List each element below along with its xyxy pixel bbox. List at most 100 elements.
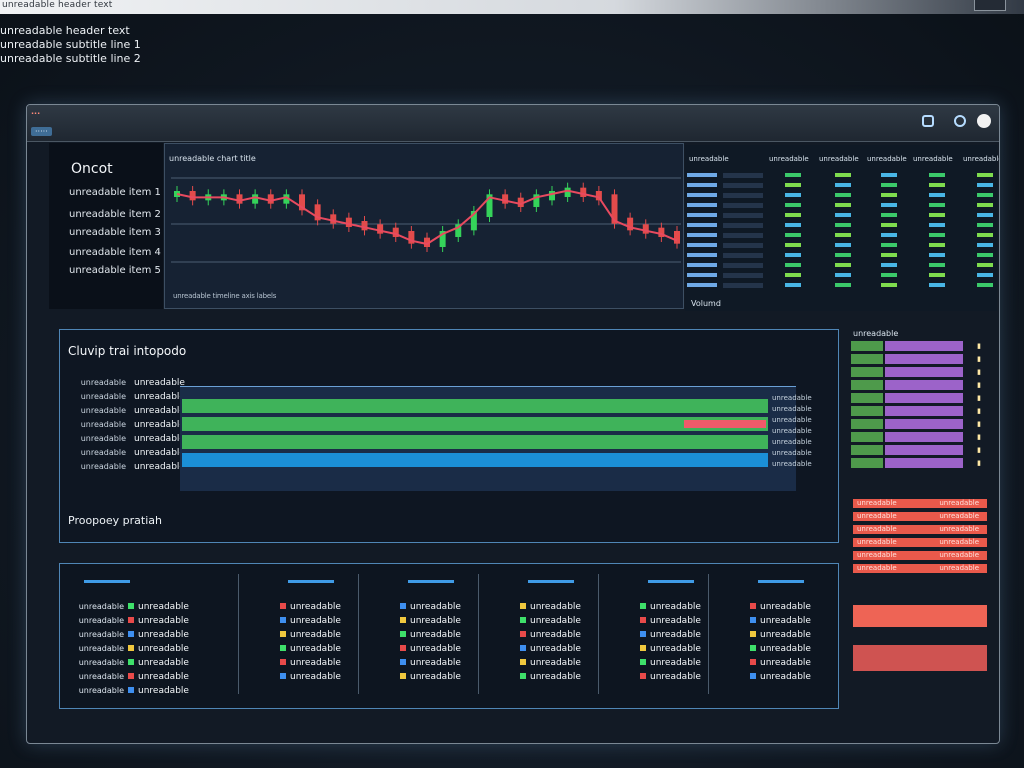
- summary-line: unreadable: [726, 664, 811, 682]
- ladder-row[interactable]: ▮: [851, 367, 987, 377]
- sell-row-label: unreadable: [857, 551, 897, 559]
- ladder-row[interactable]: ▮: [851, 393, 987, 403]
- watchlist-value: [881, 173, 897, 177]
- ladder-value: ▮: [977, 433, 981, 441]
- watchlist-value: [835, 203, 851, 207]
- watchlist-symbol[interactable]: [687, 243, 717, 247]
- window-titlebar: ··· ·····: [27, 105, 999, 142]
- watchlist-bar: [723, 283, 763, 288]
- price-chart-panel[interactable]: unreadable chart title unreadable timeli…: [164, 143, 684, 309]
- sell-row-value: unreadable: [939, 525, 979, 533]
- sidebar-item[interactable]: unreadable item 2: [69, 209, 161, 220]
- ladder-value: ▮: [977, 368, 981, 376]
- watchlist-symbol[interactable]: [687, 283, 717, 287]
- watchlist-symbol[interactable]: [687, 183, 717, 187]
- depth-right-label: unreadable: [772, 449, 812, 457]
- watchlist-value: [835, 183, 851, 187]
- watchlist-symbol[interactable]: [687, 223, 717, 227]
- candle: [674, 231, 680, 244]
- watchlist-symbol[interactable]: [687, 193, 717, 197]
- watchlist-value: [835, 283, 851, 287]
- watchlist-header: unreadable: [819, 155, 859, 163]
- ladder-row[interactable]: ▮: [851, 406, 987, 416]
- sell-row-value: unreadable: [939, 512, 979, 520]
- price-chart[interactable]: [171, 166, 681, 286]
- ladder-price-cell: [885, 406, 963, 416]
- watchlist-header: unreadable: [963, 155, 1000, 163]
- sell-row[interactable]: unreadable unreadable: [853, 564, 987, 573]
- ladder-bid-cell: [851, 354, 883, 364]
- column-divider: [358, 574, 359, 694]
- watchlist-value: [881, 223, 897, 227]
- watchlist-value: [785, 263, 801, 267]
- ladder-bid-cell: [851, 380, 883, 390]
- close-icon[interactable]: [977, 114, 991, 128]
- watchlist-value: [929, 213, 945, 217]
- sidebar-item[interactable]: unreadable item 4: [69, 247, 161, 258]
- ladder-row[interactable]: ▮: [851, 432, 987, 442]
- trend-arrow-icon: [640, 673, 646, 679]
- summary-column-header: [528, 580, 574, 583]
- watchlist-symbol[interactable]: [687, 263, 717, 267]
- sidebar-item[interactable]: unreadable item 5: [69, 265, 161, 276]
- summary-line: unreadable: [376, 594, 461, 612]
- maximize-icon[interactable]: [954, 115, 966, 127]
- depth-right-label: unreadable: [772, 460, 812, 468]
- sidebar-item[interactable]: unreadable item 1: [69, 187, 161, 198]
- watchlist-symbol[interactable]: [687, 203, 717, 207]
- ladder-row[interactable]: ▮: [851, 354, 987, 364]
- ladder-value: ▮: [977, 381, 981, 389]
- summary-line: unreadable: [726, 608, 811, 626]
- ladder-row[interactable]: ▮: [851, 445, 987, 455]
- order-book-label: unreadable: [80, 392, 126, 401]
- ladder-value: ▮: [977, 407, 981, 415]
- ladder-row[interactable]: ▮: [851, 419, 987, 429]
- order-ladder: unreadable ▮ ▮ ▮ ▮ ▮ ▮ ▮ ▮ ▮ ▮: [849, 329, 989, 489]
- column-divider: [708, 574, 709, 694]
- watchlist-bar: [723, 193, 763, 198]
- app-tab[interactable]: ·····: [31, 127, 52, 136]
- os-menu-button[interactable]: [974, 0, 1006, 11]
- candle: [252, 194, 259, 204]
- sell-row-label: unreadable: [857, 525, 897, 533]
- summary-column-header: [288, 580, 334, 583]
- watchlist-value: [785, 193, 801, 197]
- watchlist-symbol[interactable]: [687, 233, 717, 237]
- watchlist-value: [835, 263, 851, 267]
- sell-row[interactable]: unreadable unreadable: [853, 512, 987, 521]
- sidebar-item[interactable]: unreadable item 3: [69, 227, 161, 238]
- watchlist-value: [785, 213, 801, 217]
- watchlist-symbol[interactable]: [687, 213, 717, 217]
- order-book-title: Cluvip trai intopodo: [68, 344, 187, 358]
- sell-row[interactable]: unreadable unreadable: [853, 538, 987, 547]
- watchlist-bar: [723, 253, 763, 258]
- sell-row[interactable]: unreadable unreadable: [853, 499, 987, 508]
- watchlist-symbol[interactable]: [687, 253, 717, 257]
- watchlist-symbol[interactable]: [687, 173, 717, 177]
- ladder-bid-cell: [851, 393, 883, 403]
- sidebar: Oncot unreadable item 1 unreadable item …: [49, 143, 163, 309]
- ladder-row[interactable]: ▮: [851, 341, 987, 351]
- summary-line: unreadable unreadable: [76, 678, 189, 696]
- watchlist-bar: [723, 223, 763, 228]
- ladder-price-cell: [885, 354, 963, 364]
- summary-column-header: [84, 580, 130, 583]
- summary-line: unreadable unreadable: [76, 594, 189, 612]
- sell-row-value: unreadable: [939, 499, 979, 507]
- depth-bars[interactable]: [180, 386, 796, 491]
- ladder-value: ▮: [977, 355, 981, 363]
- sell-row[interactable]: unreadable unreadable: [853, 551, 987, 560]
- ladder-row[interactable]: ▮: [851, 458, 987, 468]
- ladder-row[interactable]: ▮: [851, 380, 987, 390]
- watchlist-value: [977, 243, 993, 247]
- watchlist-bar: [723, 213, 763, 218]
- watchlist-symbol[interactable]: [687, 273, 717, 277]
- candle: [189, 191, 196, 201]
- depth-right-label: unreadable: [772, 394, 812, 402]
- minimize-icon[interactable]: [922, 115, 934, 127]
- chart-time-axis: unreadable timeline axis labels: [173, 292, 277, 300]
- summary-line: unreadable: [726, 594, 811, 612]
- order-book-value: unreadable: [134, 420, 185, 430]
- sell-row[interactable]: unreadable unreadable: [853, 525, 987, 534]
- watchlist-value: [977, 213, 993, 217]
